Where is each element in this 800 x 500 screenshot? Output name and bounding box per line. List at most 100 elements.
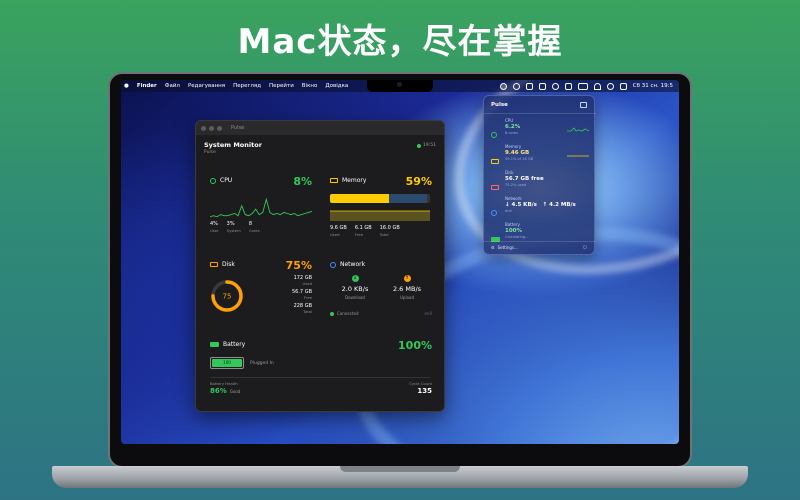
menu-file[interactable]: Файл — [165, 83, 180, 89]
memory-bar-used — [330, 194, 389, 203]
memory-percent: 59% — [405, 175, 432, 188]
pulse-menu-icon[interactable] — [499, 82, 507, 90]
pulse-menu-dropdown: Pulse CPU 6.2% 8 cores Memory 9.46 GB 59… — [483, 95, 596, 255]
search-icon[interactable] — [606, 82, 614, 90]
upload-value: 2.6 MB/s — [392, 285, 422, 293]
network-icon — [491, 210, 497, 216]
disk-icon — [210, 262, 218, 267]
dropdown-row-cpu[interactable]: CPU 6.2% 8 cores — [491, 118, 591, 140]
network-icon — [330, 261, 336, 268]
dropdown-row-network[interactable]: Network ↓ 4.5 KB/s ↑ 4.2 MB/s en0 — [491, 196, 591, 218]
dropdown-row-text: Network ↓ 4.5 KB/s ↑ 4.2 MB/s en0 — [505, 196, 576, 213]
battery-health-value: 86% — [210, 387, 227, 395]
cpu-sparkline — [567, 127, 589, 132]
cpu-stat-label: User — [210, 228, 219, 233]
divider — [210, 377, 430, 378]
menu-edit[interactable]: Редагування — [188, 83, 225, 89]
moon-icon[interactable] — [512, 82, 520, 90]
dropdown-row-text: Memory 9.46 GB 59.1% of 16 GB — [505, 144, 533, 161]
connected-dot-icon — [330, 311, 334, 316]
minimize-button[interactable] — [209, 125, 214, 131]
dropdown-row-sub: Calculating... — [505, 235, 529, 239]
dropdown-row-value: 56.7 GB free — [505, 176, 544, 182]
battery-card[interactable]: Battery 100% 100 Plugged In Battery Heal… — [210, 339, 432, 407]
download-arrow-icon: ↓ — [351, 275, 359, 282]
cpu-stat-value: 4% — [210, 221, 218, 227]
menu-window[interactable]: Вікно — [302, 83, 318, 89]
network-download: ↓ 2.0 KB/s Download — [330, 275, 380, 300]
cpu-stat-value: 8 — [248, 221, 253, 227]
dropdown-row-sub: 8 cores — [505, 131, 519, 135]
battery-level-fill: 100 — [212, 359, 242, 367]
cpu-icon — [210, 177, 216, 184]
disk-icon — [491, 185, 499, 190]
disk-stat-label: Total — [303, 309, 312, 314]
wifi-icon[interactable] — [593, 82, 601, 90]
settings-button[interactable]: ⚙ Settings... — [491, 245, 518, 250]
upload-arrow-icon: ↑ — [403, 275, 411, 282]
status-icon[interactable] — [538, 82, 546, 90]
dropdown-row-value: ↓ 4.5 KB/s ↑ 4.2 MB/s — [505, 202, 576, 208]
menu-view[interactable]: Перегляд — [233, 83, 261, 89]
network-upload: ↑ 2.6 MB/s Upload — [382, 275, 432, 300]
disk-stat-label: Free — [303, 295, 312, 300]
zoom-button[interactable] — [217, 125, 222, 131]
battery-cycles: Cycle Count 135 — [409, 381, 432, 395]
cpu-card[interactable]: CPU 8% 4% User 3% System 8 Cores — [210, 175, 312, 239]
dropdown-title: Pulse — [491, 102, 508, 108]
dropdown-row-label: Battery — [505, 222, 520, 227]
memory-stat-label: Total — [379, 232, 389, 237]
memory-stat-total: 16.0 GB Total — [380, 225, 400, 237]
battery-health: Battery Health 86% Good — [210, 381, 240, 395]
divider — [484, 113, 596, 114]
menu-finder[interactable]: Finder — [137, 83, 157, 89]
open-window-icon[interactable] — [580, 102, 587, 108]
eye-icon[interactable] — [551, 82, 559, 90]
page-title: System Monitor — [204, 141, 262, 149]
close-button[interactable] — [201, 125, 206, 131]
dropdown-row-sub: 59.1% of 16 GB — [505, 157, 534, 161]
network-status-text: Connected — [337, 311, 359, 316]
dropdown-row-text: CPU 6.2% 8 cores — [505, 118, 520, 135]
status-icon[interactable] — [525, 82, 533, 90]
memory-icon — [491, 159, 499, 164]
control-center-icon[interactable] — [619, 82, 627, 90]
network-card[interactable]: Network ↓ 2.0 KB/s Download ↑ 2.6 MB/s U… — [330, 261, 432, 321]
disk-stats: 172 GB Used 56.7 GB Free 228 GB Total — [292, 275, 312, 317]
dropdown-network-icon-wrap — [491, 201, 497, 220]
text-input-icon[interactable] — [564, 82, 572, 90]
laptop-base-notch — [340, 466, 460, 472]
camera-notch — [367, 80, 433, 92]
battery-menu-icon[interactable] — [577, 82, 588, 90]
menu-clock[interactable]: Сб 31 сн. 19:5 — [633, 83, 673, 89]
memory-card[interactable]: Memory 59% 9.6 GB Used 6.1 GB Free 16.0 GB… — [330, 175, 432, 239]
power-icon[interactable]: ⏻ — [583, 245, 587, 251]
memory-stat-free: 6.1 GB Free — [355, 225, 372, 237]
cpu-percent: 8% — [293, 175, 312, 188]
window-titlebar[interactable]: Pulse — [196, 121, 444, 135]
upload-label: Upload — [399, 295, 414, 300]
memory-bar-free — [389, 194, 427, 203]
dropdown-row-label: CPU — [505, 118, 514, 123]
live-indicator: 19:51 — [417, 143, 436, 148]
dropdown-row-disk[interactable]: Disk 56.7 GB free 75.2% used — [491, 170, 591, 192]
apple-menu-icon[interactable]: ● — [124, 83, 129, 89]
dropdown-battery-icon-wrap — [491, 227, 500, 246]
dropdown-row-memory[interactable]: Memory 9.46 GB 59.1% of 16 GB — [491, 144, 591, 166]
battery-cycle-value: 135 — [417, 387, 432, 395]
network-label-row: Network — [330, 261, 432, 268]
cpu-stats: 4% User 3% System 8 Cores — [210, 221, 260, 233]
disk-gauge-value: 75 — [223, 293, 232, 301]
dropdown-row-value: 100% — [505, 228, 522, 234]
menu-help[interactable]: Довідка — [325, 83, 348, 89]
dropdown-disk-icon-wrap — [491, 175, 499, 194]
dropdown-row-text: Disk 56.7 GB free 75.2% used — [505, 170, 544, 187]
dropdown-memory-icon-wrap — [491, 149, 499, 168]
menu-go[interactable]: Перейти — [269, 83, 294, 89]
disk-stat-label: Used — [302, 281, 312, 286]
divider — [484, 241, 596, 242]
battery-health-value-row: 86% Good — [210, 387, 240, 395]
memory-stat-value: 16.0 GB — [379, 225, 400, 231]
cpu-stat-system: 3% System — [227, 221, 241, 233]
disk-card[interactable]: Disk 75% 75 172 GB Used 56.7 GB Free 228… — [210, 259, 312, 321]
